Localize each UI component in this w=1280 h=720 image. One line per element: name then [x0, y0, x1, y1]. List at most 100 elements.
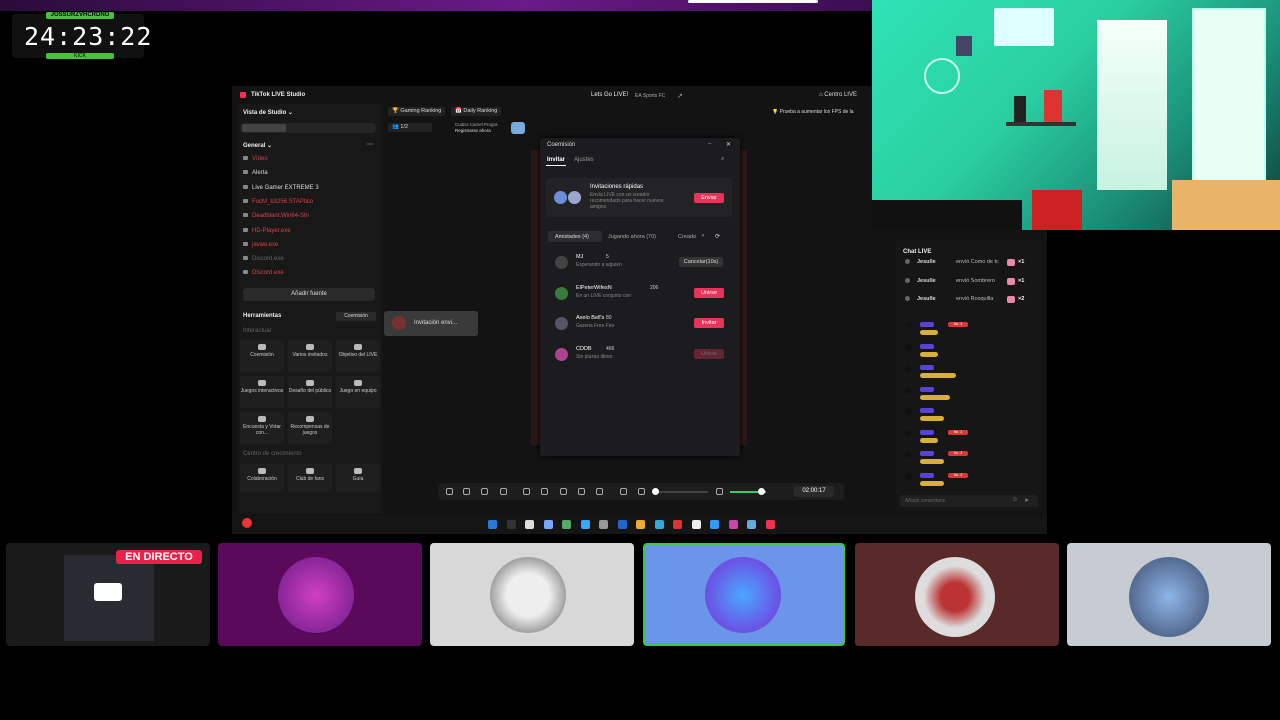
source-icon	[243, 156, 248, 160]
taskbar-app-icon[interactable]	[654, 520, 664, 529]
tool-icon	[306, 344, 314, 350]
filter-playing[interactable]: Jugando ahora (70)	[608, 234, 656, 240]
filter-friends[interactable]: Amistades (4)	[555, 234, 589, 240]
tile-participant-4[interactable]	[855, 543, 1059, 646]
chat-avatar	[905, 408, 912, 415]
taskbar-app-icon[interactable]	[747, 520, 756, 529]
tool-item[interactable]: Desafío del público	[288, 376, 332, 408]
chat-username[interactable]: Jesulle	[917, 259, 936, 265]
source-item[interactable]: Discord.exe	[243, 270, 284, 276]
taskbar-app-icon[interactable]	[765, 520, 775, 529]
source-item[interactable]: FocM_b3256.STAPtico	[243, 198, 313, 205]
level-badge: No. 3	[948, 322, 968, 327]
tile-participant-5[interactable]	[1067, 543, 1271, 646]
general-section[interactable]: General ⌄	[243, 142, 272, 149]
chat-username[interactable]: Jesulle	[917, 278, 936, 284]
coemision-badge[interactable]: Coemisión	[336, 312, 376, 321]
control-icon[interactable]	[620, 488, 627, 495]
friend-action-button[interactable]: Invitar	[694, 318, 724, 328]
tab-invite[interactable]: Invitar	[547, 157, 565, 163]
growth-tool-item[interactable]: Guía	[336, 464, 380, 492]
taskbar-app-icon[interactable]	[562, 520, 571, 529]
close-icon[interactable]: ✕	[726, 141, 731, 148]
growth-tool-icon	[306, 468, 314, 474]
filter-creators[interactable]: Creado	[678, 234, 696, 240]
taskbar-app-icon[interactable]	[599, 520, 608, 529]
chat-gift-text: envió Rosquilla	[956, 296, 994, 302]
mic-knob[interactable]	[758, 488, 765, 495]
chat-username[interactable]: Jesulle	[917, 296, 936, 302]
chat-gift-text: envió Sombrero	[956, 277, 995, 284]
add-source-button[interactable]: Añadir fuente	[243, 288, 375, 301]
taskbar-app-icon[interactable]	[580, 520, 590, 529]
control-icon[interactable]	[446, 488, 453, 495]
taskbar-app-icon[interactable]	[488, 520, 497, 529]
tile-participant-3-speaking[interactable]	[643, 543, 845, 646]
friend-status: Garena Free Fire	[576, 323, 615, 329]
taskbar-app-icon[interactable]	[617, 520, 627, 529]
search-icon[interactable]: ⌕	[721, 156, 724, 163]
taskbar-app-icon[interactable]	[673, 520, 682, 529]
send-button[interactable]: Enviar	[694, 193, 724, 203]
taskbar-app-icon[interactable]	[728, 520, 738, 529]
gaming-ranking-tab[interactable]: 🏆 Gaming Ranking	[388, 107, 446, 116]
tool-item[interactable]: Recompensas de juegos	[288, 412, 332, 444]
chat-input[interactable]: Añadir comentario	[905, 498, 946, 504]
send-arrow-icon[interactable]: ➤	[1024, 497, 1029, 504]
tool-item[interactable]: Juego en equipo	[336, 376, 380, 408]
control-icon[interactable]	[560, 488, 567, 495]
control-icon[interactable]	[716, 488, 723, 495]
growth-tool-item[interactable]: Colaboración	[240, 464, 284, 492]
source-item[interactable]: HD-Player.exe	[243, 227, 291, 234]
general-label: General	[243, 143, 266, 149]
daily-ranking-tab[interactable]: 📅 Daily Ranking	[451, 107, 502, 116]
source-item[interactable]: Alerta	[243, 170, 268, 176]
taskbar-app-icon[interactable]	[636, 520, 645, 529]
source-item[interactable]: Discord.exe	[243, 256, 284, 262]
source-item[interactable]: Deadblant.Win64-Shi	[243, 213, 309, 219]
taskbar-app-icon[interactable]	[710, 520, 719, 529]
source-item[interactable]: Vídeo	[243, 156, 268, 162]
friend-action-button[interactable]: Unirse	[694, 287, 724, 298]
tab-settings[interactable]: Ajustes	[574, 157, 594, 163]
taskbar-app-icon[interactable]	[525, 520, 534, 529]
growth-tool-item[interactable]: Club de fans	[288, 464, 332, 492]
cancel-invite-button[interactable]: Cancelar(10s)	[679, 257, 723, 267]
control-icon[interactable]	[578, 488, 585, 495]
source-item[interactable]: Live Gamer EXTREME 3	[243, 184, 319, 191]
view-selector[interactable]: Vista de Studio ⌄	[243, 109, 293, 116]
view-tab-portrait[interactable]	[242, 124, 286, 132]
control-icon[interactable]	[481, 488, 488, 495]
control-icon[interactable]	[541, 488, 548, 495]
tool-label: Coemisión	[250, 352, 274, 358]
control-icon[interactable]	[596, 488, 603, 495]
tool-item[interactable]: Objetivo del LIVE	[336, 340, 380, 372]
control-icon[interactable]	[523, 488, 530, 495]
volume-track[interactable]	[652, 491, 708, 493]
tool-item[interactable]: Encuesta y Votar con...	[240, 412, 284, 444]
more-icon[interactable]: ⋯	[367, 141, 373, 148]
tool-icon	[354, 344, 362, 350]
tile-participant-1[interactable]	[218, 543, 422, 646]
tool-item[interactable]: Coemisión	[240, 340, 284, 372]
centro-live-button[interactable]: ⌂ Centro LIVE	[819, 92, 857, 98]
share-icon[interactable]: ↗	[677, 92, 683, 100]
minimize-icon[interactable]: –	[708, 141, 711, 147]
daily-ranking-label: Daily Ranking	[463, 108, 498, 114]
creator-register[interactable]: Registrarse ahora	[455, 128, 491, 133]
source-item[interactable]: javaw.exe	[243, 241, 278, 248]
emoji-icon[interactable]: ☺	[1012, 497, 1018, 503]
volume-knob[interactable]	[652, 488, 659, 495]
tool-item[interactable]: Varios invitados	[288, 340, 332, 372]
tool-item[interactable]: Juegos interactivos	[240, 376, 284, 408]
chevron-right-icon[interactable]: ›	[702, 233, 704, 239]
taskbar-app-icon[interactable]	[506, 520, 516, 529]
friend-follower-count: 466	[606, 345, 615, 352]
refresh-icon[interactable]: ⟳	[715, 233, 720, 240]
control-icon[interactable]	[500, 488, 507, 495]
taskbar-app-icon[interactable]	[691, 520, 701, 529]
tile-participant-2[interactable]	[430, 543, 634, 646]
taskbar-app-icon[interactable]	[543, 520, 553, 529]
control-icon[interactable]	[638, 488, 645, 495]
control-icon[interactable]	[463, 488, 470, 495]
